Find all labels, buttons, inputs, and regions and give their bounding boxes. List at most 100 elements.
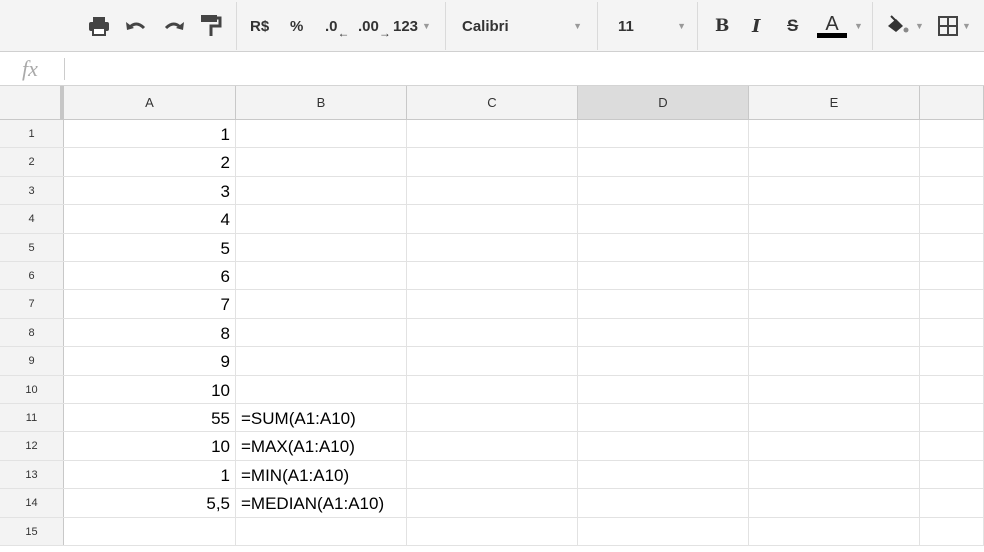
cell-C13[interactable] [407, 460, 578, 489]
cell-E3[interactable] [749, 176, 920, 205]
cell-C1[interactable] [407, 120, 578, 148]
currency-format-button[interactable]: R$ [250, 0, 269, 52]
cell-F3[interactable] [920, 176, 984, 205]
cell-B14[interactable]: =MEDIAN(A1:A10) [236, 489, 407, 517]
cell-E11[interactable] [749, 404, 920, 432]
cell-B9[interactable] [236, 347, 407, 375]
cell-B12[interactable]: =MAX(A1:A10) [236, 432, 407, 460]
cell-A8[interactable]: 8 [64, 318, 236, 347]
cell-B3[interactable] [236, 176, 407, 205]
column-header-e[interactable]: E [749, 86, 920, 119]
cell-C7[interactable] [407, 290, 578, 318]
row-header[interactable]: 3 [0, 176, 64, 205]
cell-F6[interactable] [920, 262, 984, 290]
cell-E8[interactable] [749, 318, 920, 347]
row-header[interactable]: 13 [0, 460, 64, 489]
cell-C5[interactable] [407, 233, 578, 261]
row-header[interactable]: 12 [0, 432, 64, 460]
paint-format-icon[interactable] [200, 0, 222, 52]
redo-icon[interactable] [163, 0, 185, 52]
cell-D5[interactable] [578, 233, 749, 261]
row-header[interactable]: 11 [0, 404, 64, 432]
font-size-dropdown[interactable]: 11 ▼ [618, 0, 686, 52]
row-header[interactable]: 9 [0, 347, 64, 375]
row-header[interactable]: 14 [0, 489, 64, 517]
cell-A3[interactable]: 3 [64, 176, 236, 205]
cell-D12[interactable] [578, 432, 749, 460]
fill-color-button[interactable]: ▼ [885, 0, 924, 52]
text-color-button[interactable]: A [817, 0, 847, 52]
row-header[interactable]: 6 [0, 262, 64, 290]
cell-F4[interactable] [920, 205, 984, 233]
cell-A4[interactable]: 4 [64, 205, 236, 233]
cell-C11[interactable] [407, 404, 578, 432]
cell-F8[interactable] [920, 318, 984, 347]
cell-E10[interactable] [749, 375, 920, 403]
column-header-a[interactable]: A [64, 86, 236, 119]
cell-E4[interactable] [749, 205, 920, 233]
cell-A13[interactable]: 1 [64, 460, 236, 489]
row-header[interactable]: 8 [0, 318, 64, 347]
decrease-decimal-button[interactable]: .0 ← [325, 0, 350, 52]
cell-E2[interactable] [749, 148, 920, 176]
row-header[interactable]: 15 [0, 517, 64, 545]
cell-B6[interactable] [236, 262, 407, 290]
print-icon[interactable] [88, 0, 110, 52]
cell-D6[interactable] [578, 262, 749, 290]
cell-D8[interactable] [578, 318, 749, 347]
italic-button[interactable]: I [752, 0, 760, 52]
cell-A5[interactable]: 5 [64, 233, 236, 261]
cell-D13[interactable] [578, 460, 749, 489]
bold-button[interactable]: B [715, 0, 729, 52]
row-header[interactable]: 2 [0, 148, 64, 176]
cell-E13[interactable] [749, 460, 920, 489]
cell-A14[interactable]: 5,5 [64, 489, 236, 517]
cell-A1[interactable]: 1 [64, 120, 236, 148]
more-formats-dropdown[interactable]: 123 ▼ [393, 0, 431, 52]
cell-D1[interactable] [578, 120, 749, 148]
cell-C2[interactable] [407, 148, 578, 176]
cell-A11[interactable]: 55 [64, 404, 236, 432]
cell-F14[interactable] [920, 489, 984, 517]
cell-C12[interactable] [407, 432, 578, 460]
cell-F11[interactable] [920, 404, 984, 432]
cell-B13[interactable]: =MIN(A1:A10) [236, 460, 407, 489]
font-dropdown[interactable]: Calibri ▼ [462, 0, 582, 52]
formula-input[interactable] [70, 52, 984, 86]
cell-E7[interactable] [749, 290, 920, 318]
cell-E1[interactable] [749, 120, 920, 148]
cell-F1[interactable] [920, 120, 984, 148]
cell-D9[interactable] [578, 347, 749, 375]
cell-A2[interactable]: 2 [64, 148, 236, 176]
borders-button[interactable]: ▼ [938, 0, 971, 52]
cell-C14[interactable] [407, 489, 578, 517]
cell-D4[interactable] [578, 205, 749, 233]
cell-D11[interactable] [578, 404, 749, 432]
cell-B5[interactable] [236, 233, 407, 261]
cell-B11[interactable]: =SUM(A1:A10) [236, 404, 407, 432]
cell-A7[interactable]: 7 [64, 290, 236, 318]
strikethrough-button[interactable]: S [787, 0, 798, 52]
row-header[interactable]: 7 [0, 290, 64, 318]
cell-A12[interactable]: 10 [64, 432, 236, 460]
cell-E15[interactable] [749, 517, 920, 545]
cell-E5[interactable] [749, 233, 920, 261]
row-header[interactable]: 10 [0, 375, 64, 403]
row-header[interactable]: 5 [0, 233, 64, 261]
cell-B8[interactable] [236, 318, 407, 347]
cell-C3[interactable] [407, 176, 578, 205]
cell-B7[interactable] [236, 290, 407, 318]
cell-F13[interactable] [920, 460, 984, 489]
cell-C15[interactable] [407, 517, 578, 545]
cell-B4[interactable] [236, 205, 407, 233]
cell-F5[interactable] [920, 233, 984, 261]
cell-A6[interactable]: 6 [64, 262, 236, 290]
row-header[interactable]: 4 [0, 205, 64, 233]
column-header-c[interactable]: C [407, 86, 578, 119]
cell-B15[interactable] [236, 517, 407, 545]
cell-D10[interactable] [578, 375, 749, 403]
cell-F9[interactable] [920, 347, 984, 375]
cell-F2[interactable] [920, 148, 984, 176]
cell-E14[interactable] [749, 489, 920, 517]
cell-C9[interactable] [407, 347, 578, 375]
